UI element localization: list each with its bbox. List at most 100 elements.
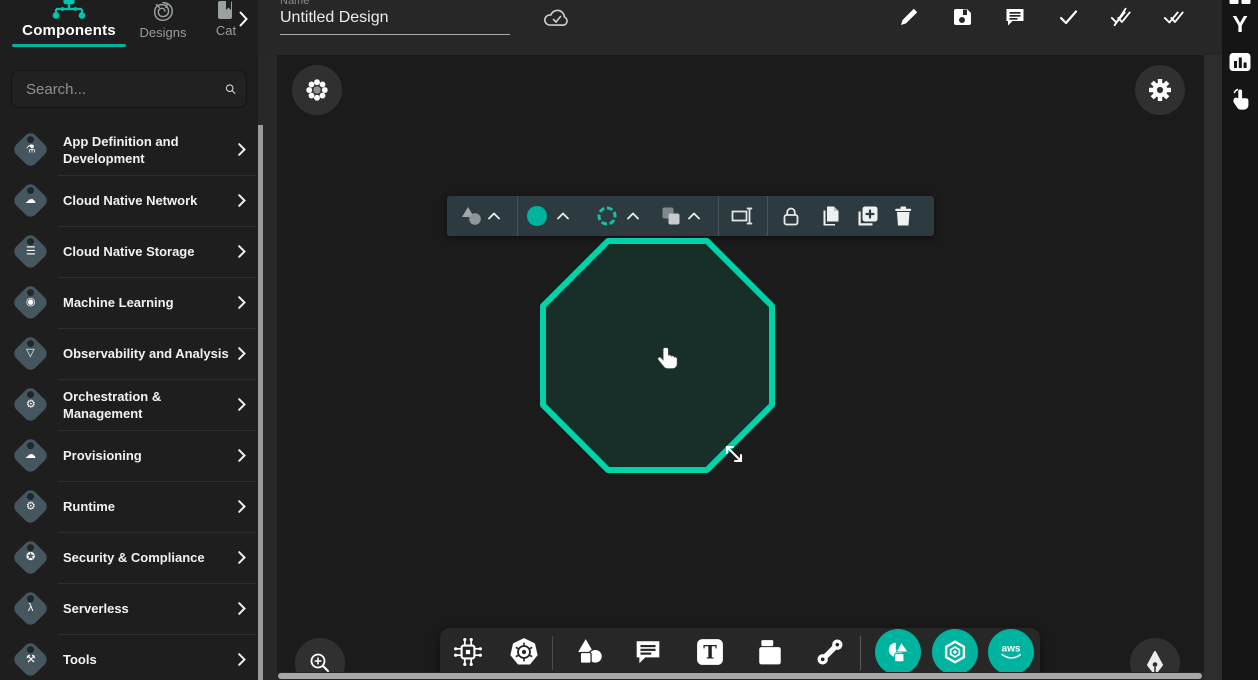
chevron-right-icon (238, 245, 246, 258)
tab-designs[interactable]: Designs (132, 0, 194, 42)
save-button[interactable] (951, 6, 973, 28)
components-icon (47, 0, 91, 22)
active-tab-underline (12, 44, 126, 47)
edit-button[interactable] (898, 6, 920, 28)
trash-icon (893, 206, 913, 227)
horizontal-scrollbar-thumb[interactable] (278, 673, 1202, 679)
shape-picker-expand[interactable] (488, 213, 500, 220)
sidebar-category-item[interactable]: ✪ Security & Compliance (0, 532, 258, 583)
sidebar-category-item[interactable]: ⚗ App Definition and Development (0, 124, 258, 175)
chevron-up-icon (488, 213, 500, 220)
category-label: App Definition and Development (63, 133, 238, 167)
y-tool-button[interactable]: Y (1232, 13, 1247, 36)
selection-toolbar (447, 196, 934, 236)
gear-icon (1147, 77, 1173, 103)
note-tool[interactable] (756, 638, 784, 666)
category-label: Serverless (63, 600, 238, 617)
double-check-crossed-button[interactable] (1110, 6, 1132, 28)
shapes-tool[interactable] (576, 638, 604, 666)
category-tag-icon: ☁ (11, 181, 49, 219)
sidebar-category-item[interactable]: ☁ Cloud Native Network (0, 175, 258, 226)
cluster-flower-button[interactable] (292, 65, 342, 115)
fill-color-button[interactable] (527, 206, 547, 226)
rename-resize-button[interactable] (731, 206, 755, 226)
svg-text:T: T (703, 642, 717, 663)
delete-button[interactable] (893, 206, 913, 227)
kubernetes-tool[interactable] (509, 637, 539, 667)
search-input[interactable] (26, 81, 225, 98)
check-icon (1057, 6, 1079, 28)
category-label: Runtime (63, 498, 238, 515)
double-check-crossed-icon (1110, 6, 1132, 28)
chevron-right-icon (239, 11, 248, 27)
search-icon[interactable] (225, 79, 236, 99)
chevron-right-icon (238, 551, 246, 564)
note-icon (756, 638, 784, 666)
design-name-input[interactable] (280, 9, 510, 35)
meshery-shapes-button[interactable] (875, 629, 921, 675)
interaction-panel-button[interactable] (1229, 88, 1251, 112)
arrange-layers-button[interactable] (661, 206, 681, 226)
sidebar-category-item[interactable]: λ Serverless (0, 583, 258, 634)
aws-badge-button[interactable]: aws (988, 629, 1034, 675)
double-check-button[interactable] (1163, 6, 1185, 28)
comment-icon (1004, 6, 1026, 28)
chevron-up-icon (627, 213, 639, 220)
rename-field-icon (731, 206, 755, 226)
tab-components[interactable]: Components (10, 0, 128, 40)
text-tool-icon: T (696, 638, 724, 666)
grid-partial-icon[interactable] (1230, 0, 1251, 4)
design-header: Name (258, 0, 1222, 55)
check-button[interactable] (1057, 6, 1079, 28)
canvas-settings-button[interactable] (1135, 65, 1185, 115)
toolbar-divider (718, 196, 719, 236)
comments-button[interactable] (1004, 6, 1026, 28)
bar-chart-icon (1228, 51, 1252, 73)
chart-panel-button[interactable] (1228, 51, 1252, 73)
chevron-right-icon (238, 602, 246, 615)
sidebar-category-item[interactable]: ◉ Machine Learning (0, 277, 258, 328)
dock-divider (860, 636, 861, 670)
sidebar-category-item[interactable]: ☰ Cloud Native Storage (0, 226, 258, 277)
fill-color-expand[interactable] (557, 213, 569, 220)
category-tag-icon: ▽ (11, 334, 49, 372)
component-chip-tool[interactable] (452, 636, 484, 668)
category-label: Cloud Native Network (63, 192, 238, 209)
arrange-layers-expand[interactable] (688, 213, 700, 220)
stroke-style-expand[interactable] (627, 213, 639, 220)
chevron-right-icon (238, 398, 246, 411)
resize-handle-icon[interactable] (722, 442, 746, 466)
category-tag-icon: ◉ (11, 283, 49, 321)
aws-logo-icon: aws (997, 642, 1025, 662)
vertical-scrollbar[interactable] (1204, 55, 1222, 680)
text-tool[interactable]: T (696, 638, 724, 666)
sidebar-category-item[interactable]: ▽ Observability and Analysis (0, 328, 258, 379)
duplicate-button[interactable] (858, 206, 879, 227)
stroke-style-button[interactable] (598, 207, 617, 226)
lock-button[interactable] (781, 206, 801, 227)
connector-tool[interactable] (816, 638, 844, 666)
sidebar-category-item[interactable]: ⚙ Orchestration & Management (0, 379, 258, 430)
category-label: Security & Compliance (63, 549, 238, 566)
hexagon-badge-icon (942, 639, 968, 665)
layers-icon (661, 206, 681, 226)
pencil-icon (898, 6, 920, 28)
header-actions (898, 6, 1185, 28)
duplicate-plus-icon (858, 206, 879, 227)
category-tag-icon: λ (11, 589, 49, 627)
comment-icon (634, 638, 662, 666)
tabs-scroll-right-button[interactable] (232, 8, 254, 30)
comment-tool[interactable] (634, 638, 662, 666)
design-canvas[interactable]: T (277, 55, 1204, 680)
sidebar-category-item[interactable]: ⚒ Tools (0, 634, 258, 680)
shape-picker-button[interactable] (460, 206, 484, 226)
sidebar-category-item[interactable]: ⚙ Runtime (0, 481, 258, 532)
chevron-right-icon (238, 143, 246, 156)
octagon-shape[interactable] (540, 238, 775, 473)
sidebar-scrollbar-thumb[interactable] (258, 125, 263, 680)
copy-button[interactable] (821, 206, 842, 227)
dashed-stroke-swatch (598, 207, 617, 226)
sidebar-category-item[interactable]: ☁ Provisioning (0, 430, 258, 481)
kubernetes-badge-button[interactable] (932, 629, 978, 675)
y-icon: Y (1232, 13, 1247, 36)
